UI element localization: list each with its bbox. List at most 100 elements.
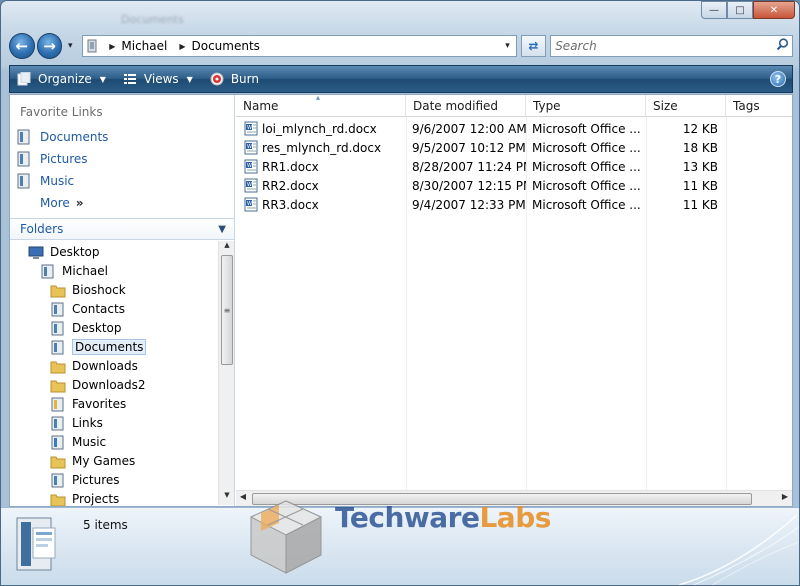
file-date-cell: 9/5/2007 10:12 PM — [406, 138, 526, 157]
folder-tree-item[interactable]: Downloads — [50, 357, 138, 375]
file-row[interactable]: Wres_mlynch_rd.docx 9/5/2007 10:12 PM Micr… — [236, 138, 792, 157]
burn-button[interactable]: Burn — [209, 72, 259, 86]
folder-tree-item[interactable]: My Games — [50, 452, 135, 470]
word-document-icon: W — [244, 140, 258, 155]
back-button[interactable]: ← — [9, 33, 35, 59]
command-bar: Organize ▼ Views ▼ Burn ? — [9, 65, 793, 93]
file-date-cell: 9/4/2007 12:33 PM — [406, 195, 526, 214]
search-input[interactable] — [555, 39, 766, 53]
folder-tree-item[interactable]: Desktop — [50, 319, 122, 337]
folder-icon — [50, 285, 66, 297]
folder-tree-item[interactable]: Pictures — [50, 471, 120, 489]
chevron-down-icon: ▼ — [99, 74, 106, 84]
file-tags-cell — [726, 138, 792, 157]
scroll-up-icon[interactable]: ▲ — [219, 241, 235, 255]
breadcrumb-documents[interactable]: Documents — [192, 39, 260, 53]
file-tags-cell — [726, 119, 792, 138]
folder-tree-item[interactable]: Downloads2 — [50, 376, 146, 394]
music-icon — [17, 173, 30, 189]
file-row[interactable]: W RR1.docx 8/28/2007 11:24 PM Microsoft Off… — [236, 157, 792, 176]
file-size-cell-text: 12 KB — [682, 121, 718, 136]
caption-buttons: — □ ✕ — [701, 1, 795, 21]
folder-tree-label: Michael — [62, 264, 108, 278]
sort-ascending-icon: ▴ — [316, 93, 321, 102]
favorite-link-documents[interactable]: Documents — [16, 127, 108, 147]
file-row[interactable]: Wloi_mlynch_rd.docx 9/6/2007 12:00 AM Micr… — [236, 119, 792, 138]
scroll-thumb[interactable]: ≡ — [221, 255, 233, 365]
column-header-tags[interactable]: Tags — [726, 95, 792, 117]
search-icon[interactable] — [772, 37, 792, 55]
svg-text:W: W — [247, 163, 252, 169]
search-box[interactable] — [550, 35, 794, 57]
file-list-pane: Name ▴ Date modified Type Size Tags W lo… — [236, 93, 792, 506]
techwarelabs-watermark: TechwareLabs — [241, 493, 571, 585]
refresh-button[interactable]: ⇄ — [520, 35, 547, 57]
breadcrumb-separator-icon[interactable]: ▶ — [179, 42, 185, 51]
folder-tree-item[interactable]: Desktop — [28, 243, 100, 261]
user-folder-icon — [41, 264, 54, 278]
address-dropdown-icon[interactable]: ▾ — [500, 41, 516, 51]
file-date-cell-text: 9/6/2007 12:00 AM — [412, 121, 526, 136]
file-size-cell-text: 11 KB — [682, 178, 718, 193]
file-size-cell: 13 KB — [646, 157, 726, 176]
close-button[interactable]: ✕ — [753, 1, 795, 19]
content-area: Favorite Links Documents Pictures Music … — [9, 93, 793, 507]
column-header-date-modified[interactable]: Date modified — [406, 95, 526, 117]
help-button[interactable]: ? — [770, 71, 786, 87]
folder-tree-item[interactable]: Links — [50, 414, 103, 432]
folders-header[interactable]: Folders ▼ — [10, 218, 234, 240]
chevron-down-icon[interactable]: ▼ — [218, 224, 226, 235]
folder-tree-item[interactable]: Projects — [50, 490, 119, 506]
organize-label: Organize — [38, 72, 92, 86]
organize-button[interactable]: Organize ▼ — [16, 72, 106, 86]
breadcrumb-michael[interactable]: Michael — [121, 39, 167, 53]
file-tags-cell — [726, 176, 792, 195]
scroll-down-icon[interactable]: ▼ — [219, 491, 235, 505]
folder-tree-item[interactable]: Music — [50, 433, 106, 451]
minimize-button[interactable]: — — [701, 1, 727, 19]
file-name-cell-text: loi_mlynch_rd.docx — [262, 121, 377, 136]
views-button[interactable]: Views ▼ — [122, 72, 193, 86]
file-type-cell-text: Microsoft Office ... — [532, 140, 641, 155]
folder-tree-item[interactable]: Favorites — [50, 395, 126, 413]
file-name-cell: W RR1.docx — [236, 157, 406, 176]
folder-tree-item[interactable]: Documents — [50, 338, 147, 356]
file-name-cell-text: RR2.docx — [262, 178, 319, 193]
folder-icon — [50, 494, 66, 506]
column-header-type[interactable]: Type — [526, 95, 646, 117]
file-size-cell-text: 13 KB — [682, 159, 718, 174]
folder-tree-item[interactable]: Bioshock — [50, 281, 126, 299]
address-bar[interactable]: ▶ Michael ▶ Documents ▾ — [82, 35, 517, 57]
favorite-links-more[interactable]: More » — [40, 193, 84, 213]
forward-arrow-icon: → — [43, 37, 56, 55]
column-headers: Name ▴ Date modified Type Size Tags — [236, 93, 792, 117]
word-document-icon: W — [244, 121, 258, 136]
folder-tree-item[interactable]: Michael — [40, 262, 108, 280]
forward-button[interactable]: → — [36, 33, 63, 59]
maximize-button[interactable]: □ — [727, 1, 753, 19]
column-header-name[interactable]: Name ▴ — [236, 93, 406, 117]
folder-tree-label: Desktop — [50, 245, 100, 259]
breadcrumb-separator-icon[interactable]: ▶ — [109, 42, 115, 51]
recent-pages-dropdown[interactable]: ▾ — [64, 41, 76, 51]
favorite-link-music[interactable]: Music — [16, 171, 74, 191]
word-document-icon: W — [244, 178, 258, 193]
scroll-right-icon[interactable]: ▶ — [778, 492, 792, 501]
music-folder-icon — [51, 435, 64, 449]
folder-tree-label: Documents — [72, 339, 147, 355]
svg-text:W: W — [247, 201, 252, 207]
file-row[interactable]: W RR3.docx 9/4/2007 12:33 PM Microsoft Offi… — [236, 195, 792, 214]
explorer-window: Documents — □ ✕ ← → ▾ ▶ Michael ▶ Docume… — [0, 0, 800, 586]
file-size-cell-text: 11 KB — [682, 197, 718, 212]
documents-folder-icon — [51, 340, 64, 354]
column-header-size[interactable]: Size — [646, 95, 726, 117]
file-size-cell: 12 KB — [646, 119, 726, 138]
column-header-label: Size — [653, 99, 678, 113]
favorite-link-pictures[interactable]: Pictures — [16, 149, 88, 169]
folder-tree-scrollbar[interactable]: ▲ ≡ ▼ — [218, 241, 234, 505]
favorites-folder-icon — [51, 397, 64, 411]
file-row[interactable]: W RR2.docx 8/30/2007 12:15 PM Microsoft Off… — [236, 176, 792, 195]
folder-tree-label: Pictures — [72, 473, 120, 487]
folder-tree-item[interactable]: Contacts — [50, 300, 125, 318]
file-rows: Wloi_mlynch_rd.docx 9/6/2007 12:00 AM Micr… — [236, 119, 792, 214]
